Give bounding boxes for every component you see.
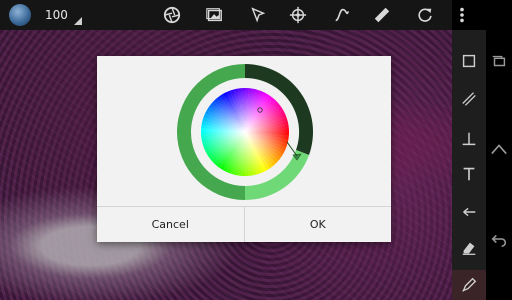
crosshair-icon[interactable] bbox=[289, 6, 307, 24]
recents-icon[interactable] bbox=[490, 52, 508, 70]
line-icon[interactable] bbox=[460, 90, 478, 108]
aperture-icon[interactable] bbox=[163, 6, 181, 24]
cancel-button[interactable]: Cancel bbox=[97, 207, 244, 242]
dialog-buttons: Cancel OK bbox=[97, 206, 391, 242]
rotate-icon[interactable] bbox=[416, 6, 434, 24]
pen-icon[interactable] bbox=[460, 276, 478, 294]
top-toolbar: 100 bbox=[0, 0, 464, 30]
rectangle-icon[interactable] bbox=[460, 52, 478, 70]
saturation-overlay bbox=[201, 88, 289, 176]
ruler-icon[interactable] bbox=[373, 6, 391, 24]
annotation-tools bbox=[452, 30, 486, 300]
color-picker bbox=[97, 56, 391, 206]
arrow-icon[interactable] bbox=[460, 203, 478, 221]
zoom-dropdown-icon[interactable] bbox=[74, 17, 82, 25]
color-picker-dialog: Cancel OK bbox=[97, 56, 391, 242]
zoom-level[interactable]: 100 bbox=[45, 8, 68, 22]
back-icon[interactable] bbox=[490, 230, 508, 248]
gallery-icon[interactable] bbox=[205, 6, 223, 24]
pen-tool-highlight bbox=[452, 270, 486, 300]
eraser-icon[interactable] bbox=[460, 239, 478, 257]
curve-icon[interactable] bbox=[333, 6, 351, 24]
overflow-menu-icon[interactable] bbox=[458, 6, 466, 24]
app-logo-icon[interactable] bbox=[9, 4, 31, 26]
perpendicular-icon[interactable] bbox=[460, 130, 478, 148]
ok-button[interactable]: OK bbox=[243, 207, 392, 242]
brightness-handle-line bbox=[286, 141, 298, 157]
home-icon[interactable] bbox=[490, 141, 508, 159]
system-nav-bar bbox=[486, 0, 512, 300]
color-picker-graphic[interactable] bbox=[175, 62, 315, 202]
cursor-icon[interactable] bbox=[249, 6, 267, 24]
text-icon[interactable] bbox=[460, 165, 478, 183]
app-screen: 100 Cancel OK bbox=[0, 0, 512, 300]
